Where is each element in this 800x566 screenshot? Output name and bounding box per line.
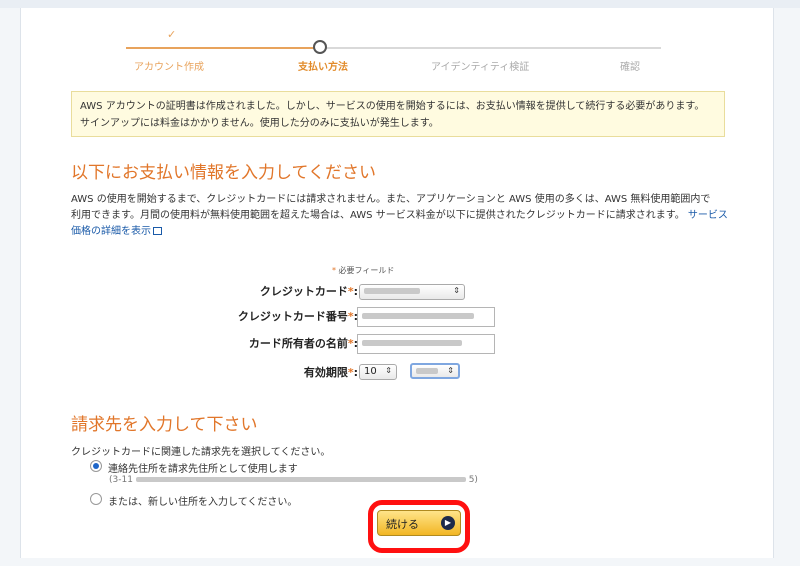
new-address-radio[interactable] [90, 493, 102, 505]
redacted-value [135, 477, 466, 482]
address-suffix: 5) [468, 475, 478, 485]
payment-intro-line-1: AWS の使用を開始するまで、クレジットカードには請求されません。また、アプリケ… [71, 194, 711, 205]
required-star-icon: * [332, 266, 336, 275]
notice-line-1: AWS アカウントの証明書は作成されました。しかし、サービスの使用を開始するには… [80, 101, 705, 112]
address-prefix: (3-11 [109, 475, 133, 485]
step-confirmation: 確認 [620, 62, 640, 73]
expiry-year-select[interactable]: ⇕ [410, 363, 460, 379]
signup-page: ✓ アカウント作成 支払い方法 アイデンティティ検証 確認 AWS アカウントの… [20, 8, 774, 558]
expiry-month-value: 10 [364, 366, 377, 377]
card-type-label-text: クレジットカード [259, 285, 348, 298]
cardholder-name-input[interactable] [357, 334, 495, 354]
use-contact-address-radio[interactable] [90, 460, 102, 472]
card-type-select[interactable]: ⇕ [359, 284, 465, 300]
card-number-label: クレジットカード番号*: [237, 310, 358, 323]
step-account-creation: アカウント作成 [134, 62, 204, 73]
top-band [0, 0, 800, 8]
required-star-icon: * [347, 366, 354, 379]
progress-track-done [126, 47, 316, 49]
redacted-value [362, 340, 462, 346]
card-number-label-text: クレジットカード番号 [237, 310, 348, 323]
account-created-notice: AWS アカウントの証明書は作成されました。しかし、サービスの使用を開始するには… [71, 91, 725, 137]
redacted-value [364, 288, 420, 294]
external-link-icon [153, 227, 162, 235]
expiry-label: 有効期限*: [303, 366, 358, 379]
cardholder-name-label: カード所有者の名前*: [248, 337, 358, 350]
expiry-label-text: 有効期限 [303, 366, 348, 379]
check-icon: ✓ [167, 28, 177, 41]
payment-heading: 以下にお支払い情報を入力してください [71, 163, 376, 183]
notice-line-2: サインアップには料金はかかりません。使用した分のみに支払いが発生します。 [80, 118, 439, 129]
required-star-icon: * [347, 285, 354, 298]
billing-prompt: クレジットカードに関連した請求先を選択してください。 [71, 447, 331, 458]
annotation-highlight [368, 500, 470, 553]
required-field-note-label: 必要フィールド [338, 266, 395, 275]
step-identity-verification: アイデンティティ検証 [431, 62, 530, 73]
payment-intro: AWS の使用を開始するまで、クレジットカードには請求されません。また、アプリケ… [71, 192, 731, 240]
expiry-month-select[interactable]: 10 ⇕ [359, 364, 397, 380]
required-star-icon: * [347, 310, 354, 323]
required-star-icon: * [347, 337, 354, 350]
billing-heading: 請求先を入力して下さい [71, 415, 258, 435]
select-arrows-icon: ⇕ [385, 366, 392, 375]
step-payment-method: 支払い方法 [298, 62, 348, 73]
redacted-value [416, 368, 438, 374]
card-type-label: クレジットカード*: [259, 285, 358, 298]
select-arrows-icon: ⇕ [447, 366, 454, 375]
payment-intro-line-2: 利用できます。月間の使用料が無料使用範囲を超えた場合は、AWS サービス料金が以… [71, 208, 731, 240]
redacted-value [362, 313, 474, 319]
use-contact-address-label: 連絡先住所を請求先住所として使用します [108, 464, 298, 475]
select-arrows-icon: ⇕ [453, 286, 460, 295]
contact-address-text: (3-11 5) [109, 475, 478, 485]
card-number-input[interactable] [357, 307, 495, 327]
new-address-label: または、新しい住所を入力してください。 [108, 497, 298, 508]
progress-tracker: ✓ アカウント作成 支払い方法 アイデンティティ検証 確認 [21, 8, 775, 78]
required-field-note: * 必要フィールド [332, 265, 394, 276]
current-step-indicator [313, 40, 327, 54]
cardholder-name-label-text: カード所有者の名前 [248, 337, 348, 350]
payment-intro-line-2-text: 利用できます。月間の使用料が無料使用範囲を超えた場合は、AWS サービス料金が以… [71, 210, 685, 221]
